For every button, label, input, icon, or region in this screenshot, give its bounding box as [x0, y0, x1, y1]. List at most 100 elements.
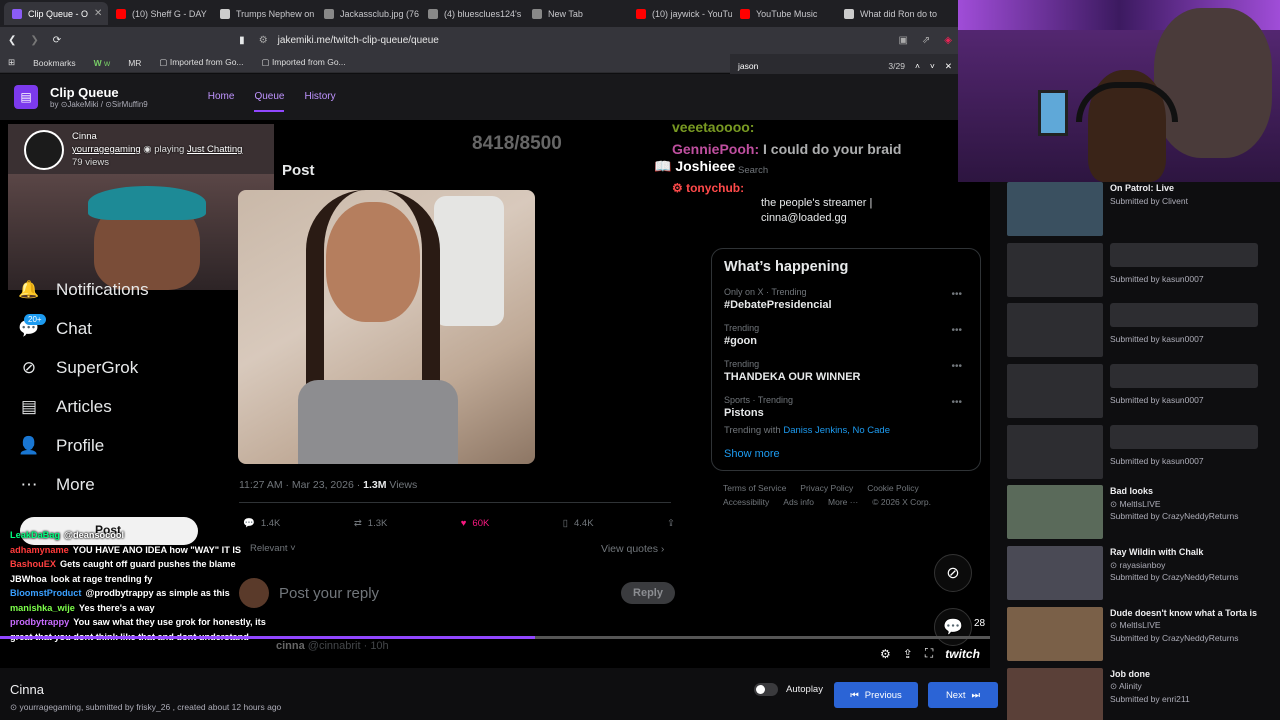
avatar[interactable] — [24, 130, 64, 170]
forward-icon[interactable]: ❯ — [30, 35, 38, 46]
overlay-chat-line: veeetaoooo: — [672, 119, 755, 135]
x-search-box[interactable]: Search — [738, 165, 768, 176]
next-button[interactable]: Next ⏭ — [928, 682, 998, 708]
nav-home[interactable]: Home — [208, 83, 235, 112]
footer-link[interactable]: Terms of Service — [723, 483, 786, 493]
browser-tab[interactable]: YouTube Music — [732, 2, 836, 25]
owner-channel-link[interactable]: yourragegaming — [72, 144, 141, 155]
footer-link[interactable]: Privacy Policy — [800, 483, 853, 493]
footer-link[interactable]: © 2026 X Corp. — [872, 497, 931, 507]
share-action[interactable]: ⇪ — [667, 518, 675, 529]
show-more-link[interactable]: Show more — [724, 448, 968, 460]
reply-button[interactable]: Reply — [621, 582, 675, 604]
extension-icon[interactable]: ◈ — [944, 35, 952, 46]
bookmark-1[interactable]: W w — [94, 58, 111, 68]
bookmark-2[interactable]: MR — [128, 58, 141, 68]
trend-item[interactable]: Sports · Trending Pistons ••• Trending with… — [724, 395, 968, 436]
queue-item[interactable]: Submitted by kasun0007 — [1000, 303, 1280, 364]
nav-queue[interactable]: Queue — [254, 83, 285, 112]
browser-tab[interactable]: Clip Queue - O ✕ — [4, 2, 108, 25]
reload-icon[interactable]: ⟳ — [53, 35, 61, 46]
queue-item[interactable]: On Patrol: Live Submitted by Clivent — [1000, 182, 1280, 243]
chat-username[interactable]: JBWhoa — [10, 574, 47, 584]
find-close-icon[interactable]: ✕ — [945, 61, 952, 72]
site-info-icon[interactable]: ⚙ — [259, 35, 268, 46]
trend-item[interactable]: Trending #goon ••• — [724, 323, 968, 347]
game-link[interactable]: Just Chatting — [187, 144, 242, 155]
chat-username[interactable]: BloomstProduct — [10, 588, 81, 598]
browser-tab[interactable]: (4) bluesclues124's — [420, 2, 524, 25]
find-prev-icon[interactable]: ˄ — [915, 61, 920, 71]
x-nav-item-more[interactable]: ⋯ More — [18, 465, 228, 504]
chat-username[interactable]: manishka_wije — [10, 603, 75, 613]
reader-icon[interactable]: ▣ — [898, 35, 907, 46]
more-icon[interactable]: ••• — [951, 361, 962, 372]
share-icon[interactable]: ⇗ — [922, 35, 930, 46]
queue-item[interactable]: Dude doesn't know what a Torta is ⊙ MeltI… — [1000, 606, 1280, 668]
view-quotes-link[interactable]: View quotes › — [601, 543, 664, 555]
trend-item[interactable]: Trending THANDEKA OUR WINNER ••• — [724, 359, 968, 383]
chat-username[interactable]: prodbytrappy — [10, 617, 69, 627]
grok-icon[interactable]: ⊘ — [934, 554, 972, 592]
queue-item[interactable]: Submitted by kasun0007 — [1000, 364, 1280, 425]
browser-tab[interactable]: (10) jaywick - YouTu — [628, 2, 732, 25]
x-nav-item-chat[interactable]: 💬 20+ Chat — [18, 309, 228, 348]
x-nav-item-profile[interactable]: 👤 Profile — [18, 426, 228, 465]
browser-tab[interactable]: Jackassclub.jpg (76 — [316, 2, 420, 25]
bookmark-0[interactable]: Bookmarks — [33, 58, 76, 68]
browser-tab[interactable]: New Tab — [524, 2, 628, 25]
trend-with-link[interactable]: Daniss Jenkins, No Cade — [783, 425, 890, 436]
chat-username[interactable]: BashouEX — [10, 559, 56, 569]
x-nav-item-notifications[interactable]: 🔔 Notifications — [18, 270, 228, 309]
post-meta: 11:27 AM · Mar 23, 2026 · 1.3M Views — [239, 479, 418, 491]
fullscreen-icon[interactable]: ⛶ — [925, 646, 933, 661]
queue-item[interactable]: Job done ⊙ Alinity Submitted by enri211 — [1000, 667, 1280, 720]
queue-item[interactable]: Submitted by kasun0007 — [1000, 242, 1280, 304]
queue-item[interactable]: Ray Wildin with Chalk ⊙ rayasianboy Submit… — [1000, 546, 1280, 607]
previous-button[interactable]: ⏮ Previous — [834, 682, 918, 708]
trend-item[interactable]: Only on X · Trending #DebatePresidencial •… — [724, 287, 968, 311]
queue-item[interactable]: Submitted by kasun0007 — [1000, 424, 1280, 486]
footer-link[interactable]: Cookie Policy — [867, 483, 919, 493]
bookmark-3[interactable]: ▢ Imported from Go... — [159, 57, 243, 68]
bookmark-4[interactable]: ▢ Imported from Go... — [262, 57, 346, 68]
twitch-logo-icon[interactable]: twitch — [945, 647, 980, 661]
messages-icon[interactable]: 💬 — [934, 608, 972, 646]
bookmark-action[interactable]: ▯ 4.4K — [563, 518, 594, 529]
chat-username[interactable]: LeakDaBag — [10, 530, 60, 540]
url-field[interactable]: ⚙ jakemiki.me/twitch-clip-queue/queue — [259, 35, 885, 46]
author-link[interactable]: JakeMiki — [67, 100, 98, 109]
back-icon[interactable]: ❮ — [8, 35, 16, 46]
more-icon[interactable]: ••• — [951, 325, 962, 336]
like-action[interactable]: ♥ 60K — [461, 518, 490, 529]
tab-close-icon[interactable]: ✕ — [94, 8, 102, 19]
footer-link[interactable]: Ads info — [783, 497, 814, 507]
repost-action[interactable]: ⇄ 1.3K — [354, 518, 388, 529]
share-icon[interactable]: ⇪ — [903, 647, 913, 661]
queue-item[interactable]: Bad looks ⊙ MeltIsLIVE Submitted by CrazyN… — [1000, 485, 1280, 546]
apps-grid-icon[interactable]: ⊞ — [8, 57, 15, 68]
chat-username[interactable]: adhamyname — [10, 545, 69, 555]
queue-item-title: Job done — [1110, 668, 1150, 679]
reply-input[interactable]: Post your reply — [279, 585, 379, 602]
footer-link[interactable]: Accessibility — [723, 497, 769, 507]
clip-progress-bar[interactable] — [0, 636, 990, 639]
clip-queue-logo-icon[interactable]: ▤ — [14, 85, 38, 109]
clip-channel-link[interactable]: yourragegaming — [20, 702, 81, 712]
browser-tab[interactable]: (10) Sheff G - DAY — [108, 2, 212, 25]
post-photo[interactable] — [238, 190, 535, 464]
bookmark-star-icon[interactable]: ▮ — [239, 35, 245, 46]
more-icon[interactable]: ••• — [951, 397, 962, 408]
find-next-icon[interactable]: ˅ — [930, 61, 935, 71]
nav-history[interactable]: History — [304, 83, 335, 112]
x-nav-item-supergrok[interactable]: ⊘ SuperGrok — [18, 348, 228, 387]
footer-link[interactable]: More ··· — [828, 497, 858, 507]
settings-icon[interactable]: ⚙ — [880, 647, 891, 661]
author-link[interactable]: SirMuffin9 — [112, 100, 148, 109]
autoplay-toggle[interactable] — [754, 683, 778, 696]
browser-tab[interactable]: Trumps Nephew on — [212, 2, 316, 25]
find-input[interactable]: jason — [738, 61, 838, 71]
x-nav-item-articles[interactable]: ▤ Articles — [18, 387, 228, 426]
browser-tab[interactable]: What did Ron do to — [836, 2, 940, 25]
more-icon[interactable]: ••• — [951, 289, 962, 300]
